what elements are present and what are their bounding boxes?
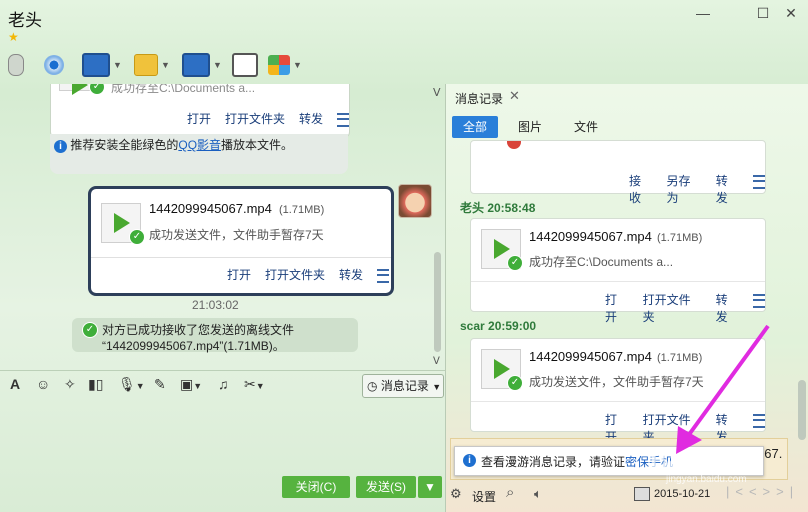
failed-x-icon — [507, 141, 521, 149]
open-folder-link[interactable]: 打开文件夹 — [265, 266, 325, 283]
message-record-label: 消息记录 — [380, 379, 429, 393]
open-link[interactable]: 打开 — [605, 291, 629, 325]
history-scrollbar[interactable] — [798, 380, 806, 440]
sent-file-card[interactable]: ✓ 1442099945067.mp4 (1.71MB) 成功发送文件，文件助手… — [88, 186, 394, 296]
edit-icon[interactable]: ✎ — [154, 376, 166, 396]
file-name: 1442099945067.mp4 — [529, 349, 652, 364]
video-file-icon — [59, 84, 91, 95]
voice-message-icon[interactable]: 🎙︎▼ — [118, 376, 145, 396]
forward-link[interactable]: 转发 — [716, 172, 740, 206]
chat-history: ✓ 成功存至C:\Documents a... 打开 打开文件夹 转发 i 推荐… — [0, 84, 444, 374]
remote-desktop-icon[interactable]: ▼ — [182, 52, 222, 78]
success-check-icon: ✓ — [89, 84, 105, 95]
settings-label[interactable]: 设置 — [472, 488, 496, 505]
image-icon[interactable]: ▣▼ — [180, 376, 202, 396]
info-icon: i — [54, 140, 67, 153]
success-check-icon: ✓ — [507, 255, 523, 271]
webcam-icon[interactable] — [44, 52, 64, 78]
file-status: 成功存至C:\Documents a... — [529, 255, 674, 269]
sender-time: 老头 20:58:48 — [460, 201, 536, 215]
page-navigation[interactable]: |<<>>| — [726, 484, 799, 499]
tab-files[interactable]: 文件 — [564, 116, 608, 138]
info-icon: i — [463, 454, 476, 467]
message-input[interactable] — [0, 400, 446, 470]
offline-file-notice: ✓ 对方已成功接收了您发送的离线文件 “1442099945067.mp4”(1… — [72, 318, 358, 353]
close-history-icon[interactable]: ✕ — [509, 88, 520, 104]
more-menu-icon[interactable] — [377, 269, 390, 283]
notice-line-1: 对方已成功接收了您发送的离线文件 — [102, 323, 295, 337]
emoji-icon[interactable]: ☺ — [36, 376, 50, 396]
open-folder-link[interactable]: 打开文件夹 — [225, 110, 285, 127]
more-menu-icon[interactable] — [337, 113, 349, 127]
qqplayer-link[interactable]: QQ影音 — [178, 138, 221, 152]
chevron-down-icon: ▼ — [432, 382, 442, 392]
close-window-icon[interactable]: ✕ — [780, 4, 802, 22]
success-check-icon: ✓ — [129, 229, 145, 245]
file-name: 1442099945067.mp4 — [529, 229, 652, 244]
recommend-suffix: 播放本文件。 — [221, 138, 294, 152]
received-file-card: ✓ 成功存至C:\Documents a... 打开 打开文件夹 转发 — [50, 84, 350, 138]
minimize-icon[interactable]: — — [692, 4, 714, 22]
recommend-prefix: 推荐安装全能绿色的 — [70, 138, 179, 152]
annotation-arrow — [676, 324, 770, 454]
file-name: 1442099945067.mp4 — [149, 201, 272, 216]
recommend-text: i 推荐安装全能绿色的QQ影音播放本文件。 — [54, 136, 293, 153]
more-menu-icon[interactable] — [753, 175, 765, 189]
send-button[interactable]: 发送(S) — [356, 476, 416, 498]
collapse-chevron-icon[interactable]: ᐯ — [433, 86, 441, 99]
magic-wand-icon[interactable]: ✧ — [64, 376, 76, 396]
music-icon[interactable]: ♫ — [218, 376, 229, 396]
video-clip-icon[interactable]: ▮▯ — [88, 376, 103, 396]
save-as-link[interactable]: 另存为 — [667, 172, 702, 206]
message-record-button[interactable]: ◷ 消息记录 ▼ — [362, 374, 444, 398]
file-size: (1.71MB) — [657, 232, 703, 244]
tab-images[interactable]: 图片 — [508, 116, 552, 138]
screenshot-scissors-icon[interactable]: ✂▼ — [244, 376, 265, 396]
apps-grid-icon[interactable]: ▼ — [268, 52, 302, 78]
history-date: 2015-10-21 — [654, 488, 711, 500]
search-icon[interactable]: ⌕ — [506, 484, 514, 501]
forward-link[interactable]: 转发 — [299, 110, 323, 127]
receive-link[interactable]: 接收 — [629, 172, 653, 206]
forward-link[interactable]: 转发 — [339, 266, 363, 283]
close-button[interactable]: 关闭(C) — [282, 476, 350, 498]
screen-share-icon[interactable]: ▼ — [82, 52, 122, 78]
calendar-icon[interactable] — [634, 487, 650, 501]
file-status: 成功存至C:\Documents a... — [111, 84, 256, 95]
tab-all[interactable]: 全部 — [452, 116, 498, 138]
watermark-logo: Bai — [650, 444, 691, 474]
send-options-dropdown[interactable]: ▼ — [418, 476, 442, 498]
history-panel-title: 消息记录 — [455, 92, 504, 106]
success-check-icon: ✓ — [507, 375, 523, 391]
avatar[interactable] — [398, 184, 432, 218]
open-link[interactable]: 打开 — [187, 110, 211, 127]
history-file-card: ✓ 1442099945067.mp4 (1.71MB) 成功存至C:\Docu… — [470, 218, 766, 324]
add-app-icon[interactable] — [232, 52, 258, 78]
success-check-icon: ✓ — [82, 322, 98, 338]
message-timestamp: 21:03:02 — [192, 298, 239, 312]
scroll-down-icon[interactable]: ᐯ — [433, 356, 440, 367]
sender-time: scar 20:59:00 — [460, 319, 537, 333]
file-transfer-icon[interactable]: ▼ — [134, 52, 170, 78]
file-status: 成功发送文件，文件助手暂存7天 — [149, 228, 324, 242]
font-icon[interactable]: A — [10, 376, 20, 396]
clock-icon: ◷ — [367, 379, 378, 393]
chat-scrollbar[interactable] — [434, 252, 441, 352]
arrow-shaft — [686, 324, 770, 438]
maximize-icon[interactable]: ☐ — [752, 4, 774, 22]
history-file-card: 接收 另存为 转发 — [470, 140, 766, 205]
vip-star-icon: ★ — [8, 30, 19, 44]
gear-icon[interactable]: ⚙ — [450, 486, 462, 502]
roam-tip-text: 查看漫游消息记录，请验证 — [481, 455, 626, 469]
watermark-url: jingyan.baidu.com — [666, 474, 747, 485]
window-title: 老头 — [8, 11, 42, 30]
microphone-icon[interactable] — [8, 52, 24, 78]
open-link[interactable]: 打开 — [227, 266, 251, 283]
more-menu-icon[interactable] — [753, 294, 766, 308]
notice-line-2: “1442099945067.mp4”(1.71MB)。 — [102, 339, 285, 353]
speaker-icon[interactable]: 🔈︎ — [534, 486, 542, 502]
file-size: (1.71MB) — [279, 204, 325, 216]
